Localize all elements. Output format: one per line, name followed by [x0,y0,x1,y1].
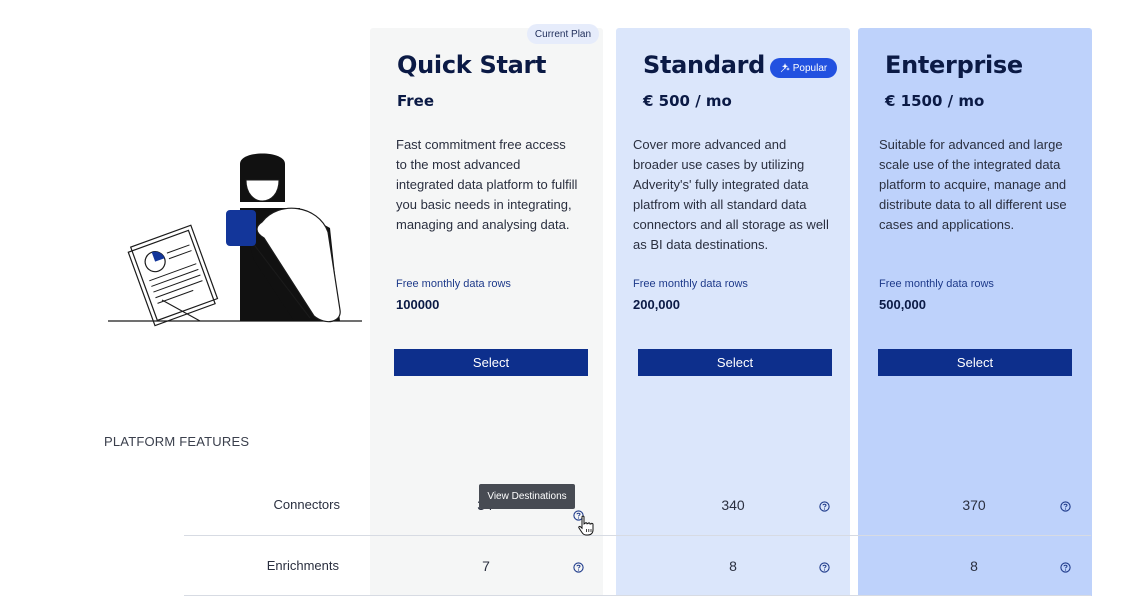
select-button-standard[interactable]: Select [638,349,832,376]
plan-description-quick-start: Fast commitment free access to the most … [396,137,578,232]
tooltip-view-destinations: View Destinations [479,484,575,509]
plan-price-standard: € 500 / mo [643,92,732,110]
plan-price-enterprise: € 1500 / mo [885,92,985,110]
help-circle-icon[interactable] [819,562,830,573]
pointer-hand-icon [578,515,594,536]
current-plan-badge: Current Plan [527,24,599,44]
plan-title-quick-start: Quick Start [397,51,547,79]
row-divider [184,535,1091,536]
help-circle-icon[interactable] [1060,501,1071,512]
plan-price-quick-start: Free [397,92,435,110]
rows-value-enterprise: 500,000 [879,297,926,312]
select-button-quick-start[interactable]: Select [394,349,588,376]
select-button-enterprise[interactable]: Select [878,349,1072,376]
sparkle-icon [780,63,790,73]
feature-value-quick-start: 7 [482,558,490,574]
feature-value-standard: 8 [729,558,737,574]
help-circle-icon[interactable] [1060,562,1071,573]
plan-title-enterprise: Enterprise [885,51,1023,79]
rows-label-standard: Free monthly data rows [633,278,748,290]
help-circle-icon[interactable] [573,562,584,573]
rows-value-standard: 200,000 [633,297,680,312]
popular-badge-label: Popular [792,62,828,74]
feature-value-enterprise: 8 [970,558,978,574]
rows-label-enterprise: Free monthly data rows [879,278,994,290]
illustration [108,153,362,327]
feature-label-enrichments: Enrichments [266,558,339,573]
feature-value-enterprise: 370 [962,497,986,513]
plan-description-enterprise: Suitable for advanced and large scale us… [879,137,1067,232]
plan-description-standard: Cover more advanced and broader use case… [633,137,829,252]
feature-value-standard: 340 [721,497,745,513]
popular-badge: Popular [770,58,837,78]
plan-title-standard: Standard [643,51,766,79]
rows-value-quick-start: 100000 [396,297,440,312]
platform-features-heading: PLATFORM FEATURES [104,434,250,449]
help-circle-icon[interactable] [819,501,830,512]
rows-label-quick-start: Free monthly data rows [396,278,511,290]
feature-label-connectors: Connectors [273,497,340,512]
